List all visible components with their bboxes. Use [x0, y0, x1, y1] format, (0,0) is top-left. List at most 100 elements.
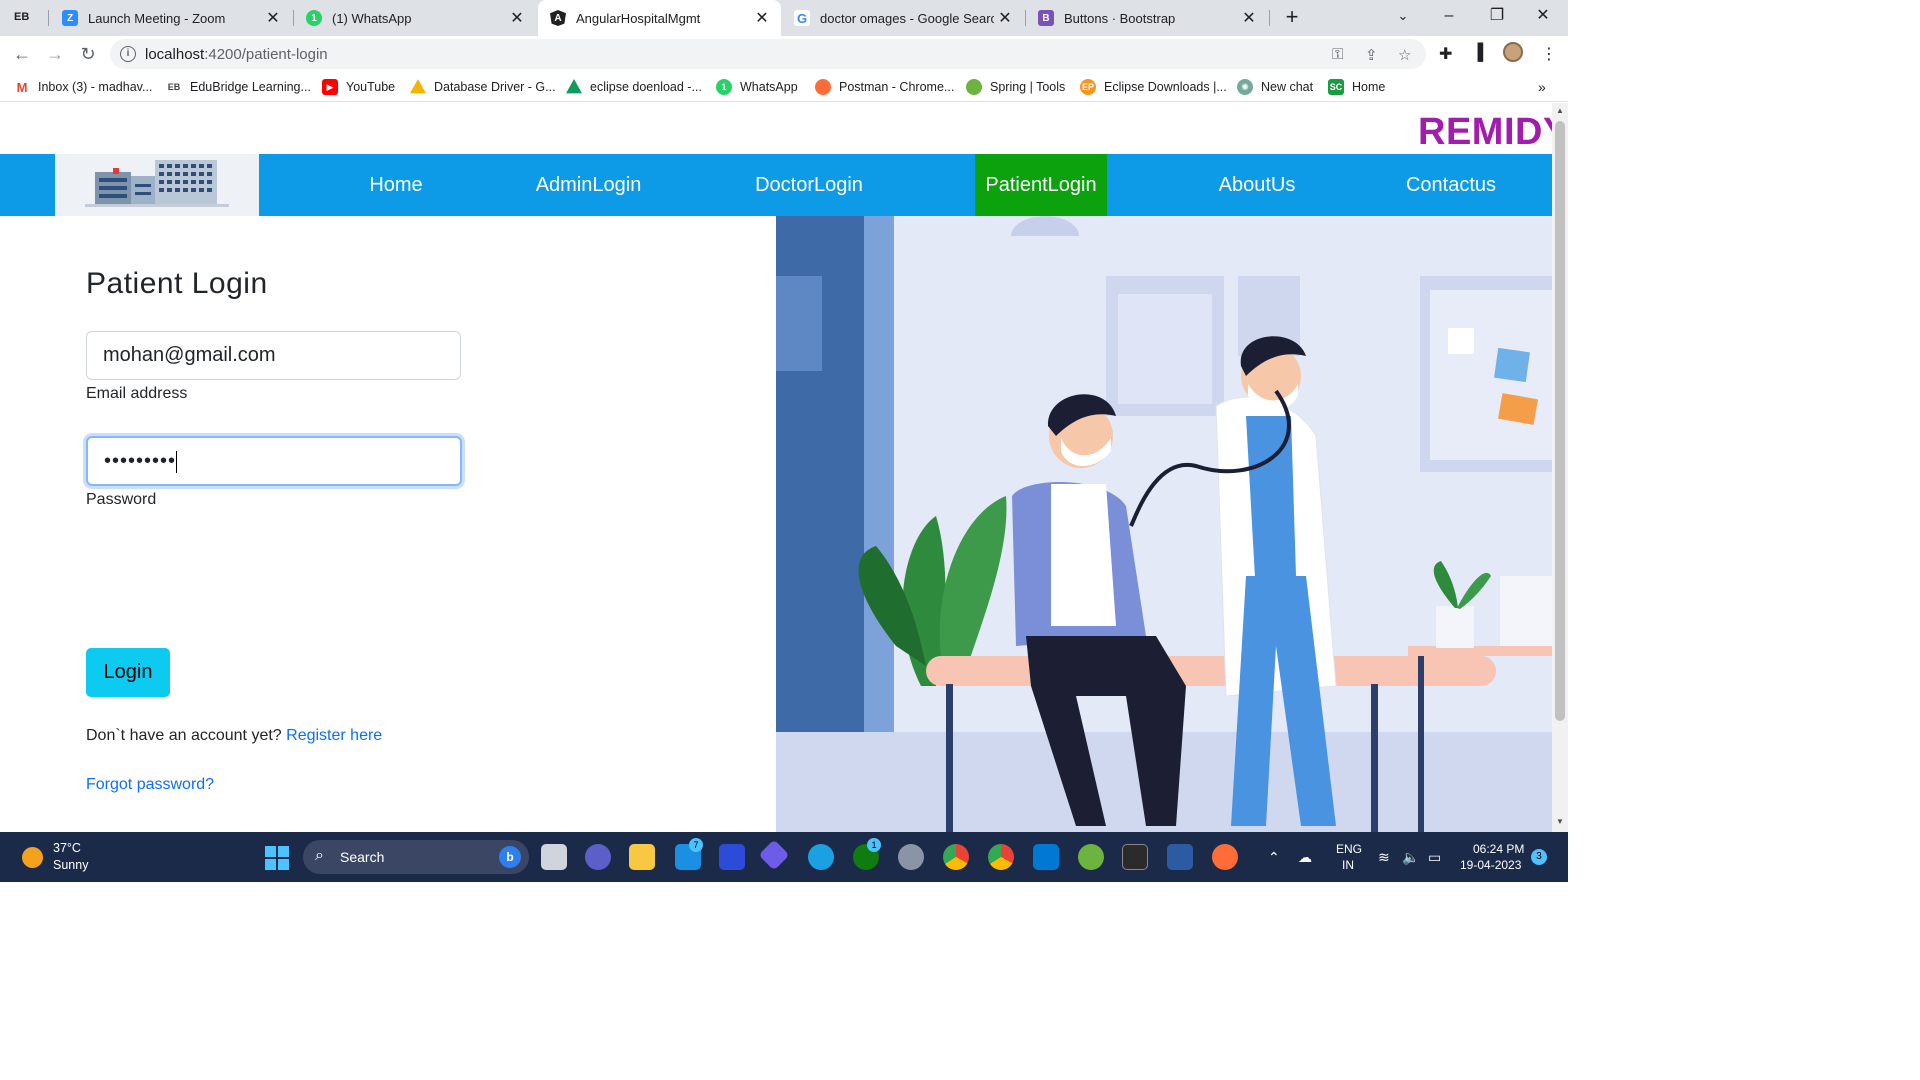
weather-temperature[interactable]: 37°C: [53, 841, 81, 855]
weather-condition[interactable]: Sunny: [53, 858, 88, 872]
login-button[interactable]: Login: [86, 648, 170, 697]
whatsapp-icon: 1: [306, 10, 322, 26]
language-region[interactable]: IN: [1342, 858, 1354, 872]
back-button[interactable]: ←: [8, 40, 36, 68]
close-icon[interactable]: ✕: [1238, 8, 1260, 28]
onedrive-icon[interactable]: ☁: [1298, 849, 1312, 866]
bookmark-item[interactable]: EP Eclipse Downloads |...: [1080, 78, 1227, 96]
scroll-up-icon[interactable]: ▲: [1555, 106, 1565, 115]
notification-badge[interactable]: 3: [1531, 849, 1547, 865]
tab-google-search[interactable]: G doctor omages - Google Search ✕: [782, 0, 1024, 36]
nav-admin-login[interactable]: AdminLogin: [510, 154, 667, 216]
close-icon[interactable]: ✕: [751, 8, 773, 28]
tab-title: (1) WhatsApp: [332, 10, 412, 26]
zoom-icon: Z: [62, 10, 78, 26]
more-bookmarks-icon[interactable]: »: [1538, 78, 1546, 96]
password-field[interactable]: •••••••••: [86, 436, 462, 486]
key-icon[interactable]: ⚿: [1332, 46, 1343, 63]
spring-tools-icon[interactable]: [1078, 844, 1104, 870]
clock-time[interactable]: 06:24 PM: [1473, 842, 1524, 856]
register-link[interactable]: Register here: [286, 727, 382, 744]
bookmark-item[interactable]: Spring | Tools: [966, 78, 1065, 96]
page-scrollbar[interactable]: ▲ ▼: [1552, 103, 1568, 832]
vscode-icon[interactable]: [1033, 844, 1059, 870]
mysql-workbench-icon[interactable]: [1167, 844, 1193, 870]
language-indicator[interactable]: ENG: [1336, 842, 1362, 856]
close-icon[interactable]: ✕: [262, 8, 284, 28]
taskbar-search-input[interactable]: ⌕ Search b: [303, 840, 529, 874]
tab-zoom[interactable]: Z Launch Meeting - Zoom ✕: [50, 0, 292, 36]
share-icon[interactable]: ⇪: [1365, 46, 1378, 64]
bing-icon[interactable]: b: [499, 846, 521, 868]
copilot-icon[interactable]: [758, 839, 790, 871]
close-window-button[interactable]: ✕: [1520, 0, 1566, 36]
nav-home[interactable]: Home: [343, 154, 449, 216]
postman-icon: [815, 79, 831, 95]
nav-contact-us[interactable]: Contactus: [1385, 154, 1517, 216]
tab-separator: [48, 10, 49, 26]
bookmarks-bar: M Inbox (3) - madhav... EB EduBridge Learn…: [0, 72, 1568, 102]
chrome-profile-icon[interactable]: [988, 844, 1014, 870]
bookmark-item[interactable]: EB EduBridge Learning...: [166, 78, 311, 96]
weather-sun-icon[interactable]: [22, 847, 43, 868]
tab-list-chevron-icon[interactable]: ⌄: [1380, 0, 1426, 36]
tab-angular-hospital[interactable]: A AngularHospitalMgmt ✕: [538, 0, 781, 36]
text-cursor: [176, 450, 178, 473]
tab-strip: EB Z Launch Meeting - Zoom ✕ 1 (1) Whats…: [0, 0, 1568, 36]
xbox-icon[interactable]: 1: [853, 838, 881, 870]
drive-icon: [410, 79, 426, 94]
volume-icon[interactable]: 🔈: [1402, 849, 1419, 866]
bookmark-item[interactable]: SC Home: [1328, 78, 1385, 96]
edge-icon[interactable]: [808, 844, 834, 870]
close-icon[interactable]: ✕: [506, 8, 528, 28]
close-icon[interactable]: ✕: [994, 8, 1016, 28]
wifi-icon[interactable]: ≋: [1378, 849, 1390, 866]
forgot-password-link[interactable]: Forgot password?: [86, 776, 214, 794]
new-tab-button[interactable]: +: [1280, 6, 1304, 30]
settings-gear-icon[interactable]: [898, 844, 924, 870]
bookmark-star-icon[interactable]: ☆: [1398, 46, 1411, 64]
nav-patient-login[interactable]: PatientLogin: [975, 154, 1107, 216]
tab-whatsapp[interactable]: 1 (1) WhatsApp ✕: [294, 0, 536, 36]
store-icon[interactable]: [719, 844, 745, 870]
restore-button[interactable]: ❐: [1474, 0, 1520, 36]
site-info-icon[interactable]: i: [120, 46, 136, 62]
bookmark-item[interactable]: ✺ New chat: [1237, 78, 1313, 96]
forward-button[interactable]: →: [41, 40, 69, 68]
more-menu-icon[interactable]: ⋮: [1541, 44, 1557, 64]
terminal-icon[interactable]: [1122, 844, 1148, 870]
postman-app-icon[interactable]: [1212, 844, 1238, 870]
chrome-icon[interactable]: [943, 844, 969, 870]
nav-about-us[interactable]: AboutUs: [1195, 154, 1319, 216]
battery-icon[interactable]: ▭: [1428, 849, 1441, 866]
tab-search-icon[interactable]: EB: [14, 6, 42, 28]
scroll-down-icon[interactable]: ▼: [1555, 817, 1565, 826]
bookmark-item[interactable]: Postman - Chrome...: [815, 78, 954, 96]
reload-button[interactable]: ↻: [74, 40, 102, 68]
google-icon: G: [794, 10, 810, 26]
gmail-icon: M: [14, 79, 30, 95]
bookmark-item[interactable]: M Inbox (3) - madhav...: [14, 78, 152, 96]
side-panel-icon[interactable]: ▐: [1472, 44, 1483, 62]
bookmark-item[interactable]: Database Driver - G...: [410, 78, 556, 96]
file-explorer-icon[interactable]: [629, 844, 655, 870]
windows-start-icon[interactable]: [265, 846, 289, 870]
show-hidden-icons-chevron-icon[interactable]: ⌃: [1268, 849, 1280, 866]
mail-icon[interactable]: 7: [675, 838, 703, 870]
nav-doctor-login[interactable]: DoctorLogin: [730, 154, 888, 216]
bookmark-item[interactable]: eclipse doenload -...: [566, 78, 702, 96]
email-field[interactable]: mohan@gmail.com: [86, 331, 461, 380]
profile-avatar[interactable]: [1503, 42, 1523, 62]
address-bar[interactable]: i localhost:4200/patient-login ⚿ ⇪ ☆: [110, 39, 1426, 69]
bookmark-item[interactable]: ▶ YouTube: [322, 78, 395, 96]
scrollbar-thumb[interactable]: [1555, 121, 1565, 721]
task-view-icon[interactable]: [541, 844, 567, 870]
bookmark-item[interactable]: 1 WhatsApp: [716, 78, 798, 96]
teams-chat-icon[interactable]: [585, 844, 611, 870]
tab-bootstrap[interactable]: B Buttons · Bootstrap ✕: [1026, 0, 1268, 36]
url-text[interactable]: localhost:4200/patient-login: [145, 46, 328, 63]
minimize-button[interactable]: –: [1426, 0, 1472, 36]
extensions-icon[interactable]: ✚: [1439, 44, 1452, 64]
hospital-logo[interactable]: [55, 154, 259, 216]
clock-date[interactable]: 19-04-2023: [1460, 858, 1521, 872]
